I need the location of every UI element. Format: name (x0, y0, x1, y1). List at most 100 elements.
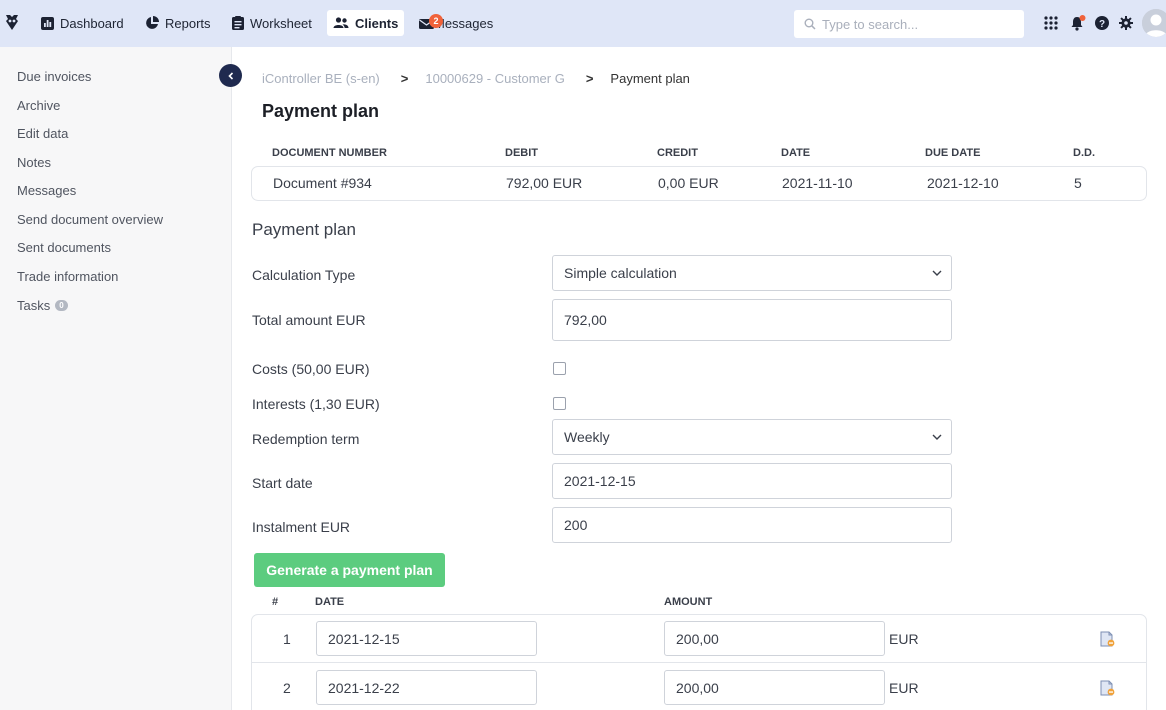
installment-amount-value: 200,00 (676, 630, 719, 647)
chevron-down-icon (932, 270, 942, 276)
sidebar-item-due-invoices[interactable]: Due invoices (17, 69, 91, 84)
installment-amount-value: 200,00 (676, 679, 719, 696)
nav-dashboard-label: Dashboard (60, 15, 124, 31)
currency-label: EUR (889, 631, 919, 647)
breadcrumb-current: Payment plan (610, 71, 690, 86)
sidebar-item-trade-information[interactable]: Trade information (17, 269, 118, 284)
messages-count-badge: 2 (429, 14, 443, 28)
currency-label: EUR (889, 680, 919, 696)
sidebar (0, 47, 232, 710)
envelope-icon: 2 (419, 14, 443, 30)
column-header-debit: DEBIT (505, 147, 538, 159)
search-icon (804, 18, 816, 30)
user-avatar[interactable] (1142, 9, 1166, 37)
breadcrumb-company[interactable]: iController BE (s-en) (262, 71, 380, 86)
total-amount-label: Total amount EUR (252, 312, 366, 328)
costs-label: Costs (50,00 EUR) (252, 361, 370, 377)
breadcrumb-separator: > (400, 71, 409, 86)
delete-row-icon[interactable] (1100, 631, 1115, 647)
interests-checkbox[interactable] (553, 397, 566, 410)
installment-amount-input[interactable]: 200,00 (664, 670, 885, 705)
nav-clients-label: Clients (355, 15, 399, 31)
calculation-type-select[interactable]: Simple calculation (552, 255, 952, 291)
sidebar-item-notes[interactable]: Notes (17, 155, 51, 170)
sidebar-item-sent-documents[interactable]: Sent documents (17, 240, 111, 255)
row-number: 2 (283, 680, 291, 696)
help-icon[interactable]: ? (1094, 15, 1110, 31)
pie-chart-icon (146, 16, 159, 29)
chevron-left-icon (227, 71, 233, 80)
column-header-amount: AMOUNT (664, 596, 713, 608)
installment-date-value: 2021-12-22 (328, 679, 400, 696)
column-header-credit: CREDIT (657, 147, 698, 159)
redemption-term-value: Weekly (564, 429, 610, 445)
nav-messages[interactable]: 2 Messages (413, 10, 499, 36)
sidebar-item-tasks-label: Tasks (17, 298, 51, 313)
column-header-due-date: DUE DATE (925, 147, 981, 159)
nav-reports[interactable]: Reports (139, 10, 217, 36)
interests-label: Interests (1,30 EUR) (252, 396, 380, 412)
clipboard-icon (232, 16, 244, 30)
svg-text:?: ? (1099, 19, 1105, 30)
breadcrumb-customer[interactable]: 10000629 - Customer G (425, 71, 564, 86)
column-header-document-number: DOCUMENT NUMBER (272, 147, 387, 159)
breadcrumb-separator: > (585, 71, 594, 86)
calculation-type-value: Simple calculation (564, 265, 677, 281)
user-avatar-icon (1142, 9, 1166, 37)
nav-worksheet[interactable]: Worksheet (226, 10, 318, 36)
payment-plan-section-title: Payment plan (252, 220, 356, 239)
apps-grid-icon[interactable] (1043, 15, 1059, 31)
sidebar-item-archive[interactable]: Archive (17, 98, 60, 113)
instalment-input[interactable]: 200 (552, 507, 952, 543)
installment-date-value: 2021-12-15 (328, 630, 400, 647)
calculation-type-label: Calculation Type (252, 267, 356, 283)
date-cell: 2021-11-10 (782, 175, 853, 191)
redemption-term-select[interactable]: Weekly (552, 419, 952, 455)
start-date-input[interactable]: 2021-12-15 (552, 463, 952, 499)
collapse-sidebar-button[interactable] (219, 64, 242, 87)
costs-checkbox[interactable] (553, 362, 566, 375)
bar-chart-icon (41, 16, 54, 30)
tasks-count-badge: 0 (55, 300, 68, 311)
column-header-dd: D.D. (1073, 147, 1095, 159)
instalment-value: 200 (564, 517, 588, 533)
dd-cell: 5 (1074, 175, 1082, 191)
sidebar-item-send-document-overview[interactable]: Send document overview (17, 212, 163, 227)
column-header-date: DATE (315, 596, 345, 608)
installment-amount-input[interactable]: 200,00 (664, 621, 885, 656)
top-navbar: Dashboard Reports Worksheet Clients 2 Me… (0, 0, 1166, 47)
start-date-label: Start date (252, 475, 313, 491)
page-title: Payment plan (262, 101, 380, 121)
nav-clients[interactable]: Clients (327, 10, 405, 36)
total-amount-value: 792,00 (564, 312, 607, 328)
generate-payment-plan-button[interactable]: Generate a payment plan (254, 553, 445, 587)
row-number: 1 (283, 631, 291, 647)
notifications-bell-icon[interactable] (1070, 15, 1086, 31)
settings-gear-icon[interactable] (1118, 15, 1134, 31)
chevron-down-icon (932, 434, 942, 440)
delete-row-icon[interactable] (1100, 680, 1115, 696)
nav-dashboard[interactable]: Dashboard (35, 10, 130, 36)
nav-reports-label: Reports (165, 15, 211, 31)
column-header-number: # (272, 596, 279, 608)
redemption-term-label: Redemption term (252, 431, 360, 447)
start-date-value: 2021-12-15 (564, 473, 636, 489)
breadcrumb: iController BE (s-en) > 10000629 - Custo… (262, 71, 690, 86)
app-logo-icon[interactable] (5, 14, 19, 31)
installment-date-input[interactable]: 2021-12-15 (316, 621, 537, 656)
users-icon (333, 17, 349, 28)
total-amount-input[interactable]: 792,00 (552, 299, 952, 341)
global-search[interactable] (794, 10, 1024, 38)
nav-messages-label: Messages (434, 15, 494, 31)
instalment-label: Instalment EUR (252, 519, 351, 535)
row-divider (252, 662, 1146, 663)
sidebar-item-edit-data[interactable]: Edit data (17, 126, 68, 141)
column-header-date: DATE (781, 147, 811, 159)
sidebar-item-tasks[interactable]: Tasks 0 (17, 298, 68, 313)
document-number-cell: Document #934 (273, 175, 372, 191)
search-input[interactable] (822, 16, 1012, 32)
installment-date-input[interactable]: 2021-12-22 (316, 670, 537, 705)
debit-cell: 792,00 EUR (506, 175, 583, 191)
nav-worksheet-label: Worksheet (250, 15, 312, 31)
sidebar-item-messages[interactable]: Messages (17, 183, 76, 198)
